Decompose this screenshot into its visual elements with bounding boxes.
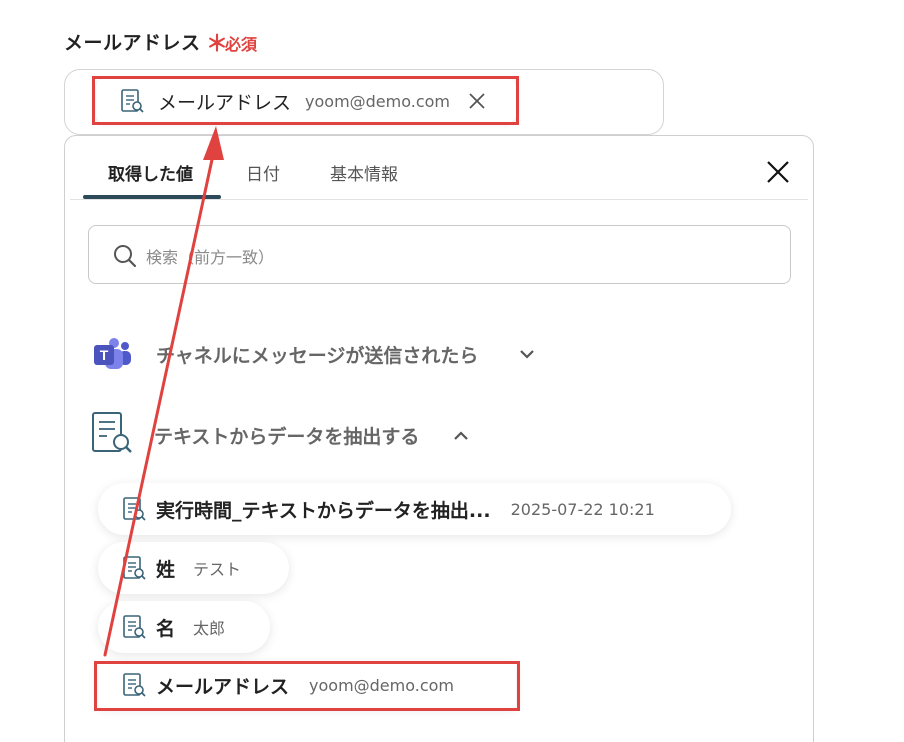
document-search-icon <box>123 615 146 639</box>
value-chip-value: テスト <box>193 560 242 579</box>
value-chip-label: 名 <box>156 617 176 640</box>
required-text: 必須 <box>225 35 258 54</box>
tab-basic-info[interactable]: 基本情報 <box>330 160 398 185</box>
value-chip-exec-time[interactable]: 実行時間_テキストからデータを抽出... 2025-07-22 10:21 <box>98 483 731 535</box>
tab-acquired-values[interactable]: 取得した値 <box>108 160 193 185</box>
tabs-divider <box>70 199 808 200</box>
value-chip-value: 太郎 <box>193 619 226 638</box>
chevron-up-icon[interactable] <box>452 427 470 445</box>
document-search-icon <box>123 673 146 697</box>
document-search-icon <box>92 412 132 453</box>
close-icon[interactable] <box>466 90 488 112</box>
value-chip-value: yoom@demo.com <box>309 675 454 695</box>
value-chip-label: 実行時間_テキストからデータを抽出... <box>156 499 491 522</box>
document-search-icon <box>123 497 146 521</box>
search-placeholder: 検索（前方一致） <box>146 248 275 267</box>
section-title-extract[interactable]: テキストからデータを抽出する <box>154 422 419 449</box>
document-search-icon <box>121 89 144 113</box>
value-chip-label: メールアドレス <box>156 675 290 698</box>
selected-value-chip[interactable]: メールアドレス yoom@demo.com <box>96 79 516 123</box>
active-tab-indicator <box>83 195 221 199</box>
search-icon <box>114 245 137 268</box>
value-chip-email[interactable]: メールアドレス yoom@demo.com <box>98 662 516 708</box>
document-search-icon <box>123 556 146 580</box>
svg-text:T: T <box>100 347 109 363</box>
value-chip-first-name[interactable]: 名 太郎 <box>98 601 270 653</box>
close-icon[interactable] <box>764 158 792 186</box>
value-chip-value: 2025-07-22 10:21 <box>510 499 655 519</box>
field-label: メールアドレス <box>64 32 201 54</box>
chevron-down-icon[interactable] <box>518 345 536 363</box>
section-title-teams[interactable]: チャネルにメッセージが送信されたら <box>156 341 478 368</box>
selected-chip-label: メールアドレス <box>158 91 292 114</box>
teams-icon: T <box>94 338 131 369</box>
value-chip-last-name[interactable]: 姓 テスト <box>98 542 289 594</box>
value-chip-label: 姓 <box>156 558 176 581</box>
selected-chip-value: yoom@demo.com <box>305 91 450 111</box>
tab-date[interactable]: 日付 <box>246 160 280 185</box>
